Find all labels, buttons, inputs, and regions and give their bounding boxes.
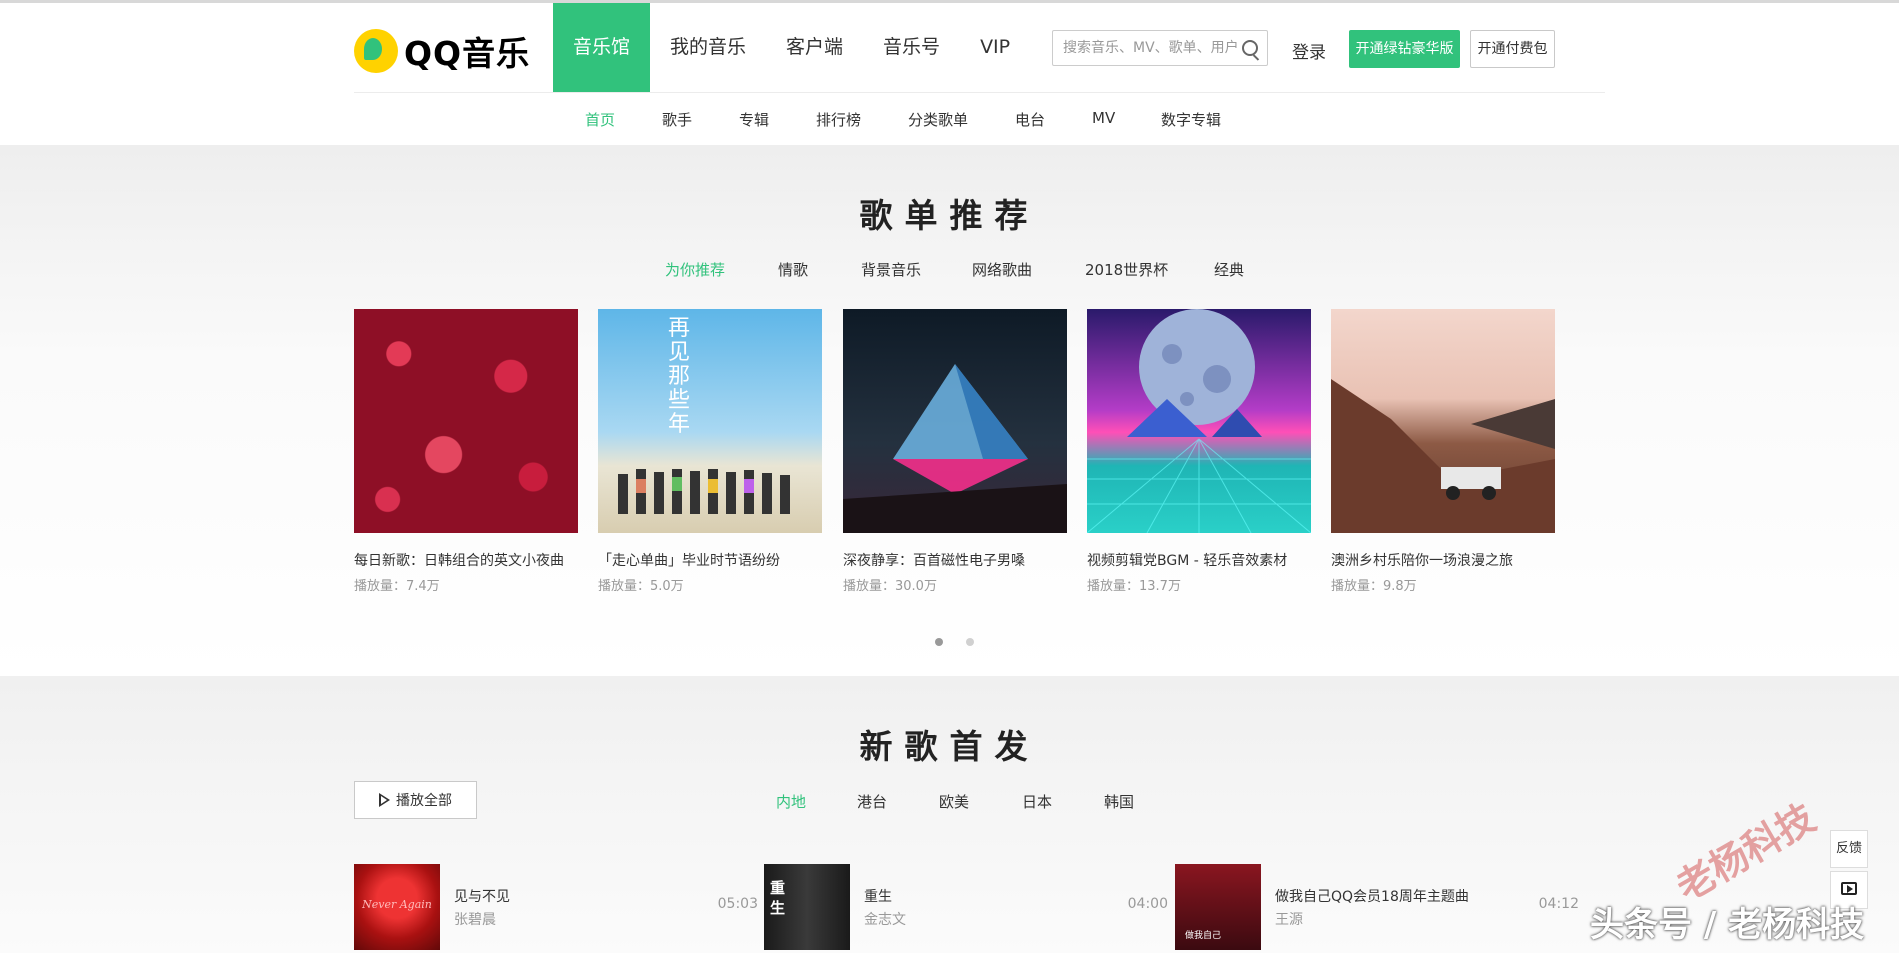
play-all-button[interactable]: 播放全部 xyxy=(354,781,477,819)
playlist-card[interactable]: 每日新歌：日韩组合的英文小夜曲 播放量：7.4万 xyxy=(354,309,578,594)
nav-my-music[interactable]: 我的音乐 xyxy=(650,3,766,93)
login-link[interactable]: 登录 xyxy=(1292,38,1326,63)
subnav-radio[interactable]: 电台 xyxy=(1015,109,1045,130)
song-cover[interactable]: 重生 xyxy=(764,864,850,950)
tab-for-you[interactable]: 为你推荐 xyxy=(665,259,725,280)
new-songs-section-title: 新歌首发 xyxy=(859,727,1040,766)
song-duration: 04:00 xyxy=(1127,896,1168,912)
song-artist[interactable]: 张碧晨 xyxy=(454,909,496,929)
cover-art-moon-icon xyxy=(1087,309,1311,533)
playlist-card[interactable]: 视频剪辑党BGM - 轻乐音效素材 播放量：13.7万 xyxy=(1087,309,1311,594)
playlist-card[interactable]: 再见那些年 「走心单曲」毕业时节语纷纷 播放量：5.0万 xyxy=(598,309,822,594)
song-name[interactable]: 见与不见 xyxy=(454,886,510,906)
paid-package-button[interactable]: 开通付费包 xyxy=(1470,30,1555,68)
playlist-cover[interactable] xyxy=(354,309,578,533)
video-play-icon xyxy=(1841,882,1857,895)
playlist-title[interactable]: 澳洲乡村乐陪你一场浪漫之旅 xyxy=(1331,550,1555,570)
song-cover-text: Never Again xyxy=(362,898,432,911)
nav-client[interactable]: 客户端 xyxy=(766,3,863,93)
subnav-digital-albums[interactable]: 数字专辑 xyxy=(1161,109,1221,130)
header: QQ音乐 音乐馆 我的音乐 客户端 音乐号 VIP 登录 开通绿钻豪华版 开通付… xyxy=(0,3,1899,93)
song-item[interactable]: Never Again 见与不见 张碧晨 05:03 xyxy=(354,864,758,950)
sub-nav: 首页 歌手 专辑 排行榜 分类歌单 电台 MV 数字专辑 xyxy=(0,93,1899,145)
search-box xyxy=(1052,30,1268,66)
tab-bgm[interactable]: 背景音乐 xyxy=(861,259,921,280)
playlist-title[interactable]: 视频剪辑党BGM - 轻乐音效素材 xyxy=(1087,550,1311,570)
playlist-card[interactable]: 深夜静享：百首磁性电子男嗓 播放量：30.0万 xyxy=(843,309,1067,594)
nav-vip[interactable]: VIP xyxy=(960,3,1030,93)
nav-music-hall[interactable]: 音乐馆 xyxy=(553,3,651,93)
subnav-charts[interactable]: 排行榜 xyxy=(816,109,861,130)
playlist-play-count: 播放量：9.8万 xyxy=(1331,579,1417,594)
playlist-card[interactable]: 澳洲乡村乐陪你一场浪漫之旅 播放量：9.8万 xyxy=(1331,309,1555,594)
search-icon[interactable] xyxy=(1242,40,1258,56)
playlist-cover[interactable] xyxy=(1331,309,1555,533)
cover-art-text: 再见那些年 xyxy=(668,316,691,437)
subnav-mv[interactable]: MV xyxy=(1092,109,1115,127)
subnav-albums[interactable]: 专辑 xyxy=(739,109,769,130)
logo[interactable]: QQ音乐 xyxy=(354,27,530,75)
song-artist[interactable]: 金志文 xyxy=(864,909,906,929)
playlist-title[interactable]: 每日新歌：日韩组合的英文小夜曲 xyxy=(354,550,578,570)
subnav-categories[interactable]: 分类歌单 xyxy=(908,109,968,130)
tab-love-songs[interactable]: 情歌 xyxy=(778,259,808,280)
playlist-play-count: 播放量：30.0万 xyxy=(843,579,937,594)
main-nav: 音乐馆 我的音乐 客户端 音乐号 VIP xyxy=(553,3,1030,93)
song-duration: 04:12 xyxy=(1538,896,1579,912)
playlist-title[interactable]: 深夜静享：百首磁性电子男嗓 xyxy=(843,550,1067,570)
tab-hk-tw[interactable]: 港台 xyxy=(857,791,887,812)
watermark-credit: 头条号 / 老杨科技 xyxy=(1590,905,1865,945)
qq-music-logo-icon xyxy=(354,29,398,73)
tab-internet-songs[interactable]: 网络歌曲 xyxy=(972,259,1032,280)
subnav-singers[interactable]: 歌手 xyxy=(662,109,692,130)
subnav-home[interactable]: 首页 xyxy=(585,109,615,130)
tab-japan[interactable]: 日本 xyxy=(1022,791,1052,812)
song-item[interactable]: 重生 重生 金志文 04:00 xyxy=(764,864,1168,950)
tab-korea[interactable]: 韩国 xyxy=(1104,791,1134,812)
song-cover[interactable]: 做我自己 xyxy=(1175,864,1261,950)
play-icon xyxy=(379,793,390,807)
tab-world-cup[interactable]: 2018世界杯 xyxy=(1085,259,1168,280)
song-artist[interactable]: 王源 xyxy=(1275,909,1303,929)
song-item[interactable]: 做我自己 做我自己QQ会员18周年主题曲 王源 04:12 xyxy=(1175,864,1579,950)
playlist-section-title: 歌单推荐 xyxy=(859,196,1040,235)
nav-music-account[interactable]: 音乐号 xyxy=(863,3,960,93)
playlist-cover[interactable] xyxy=(1087,309,1311,533)
feedback-button[interactable]: 反馈 xyxy=(1830,830,1868,868)
playlist-play-count: 播放量：7.4万 xyxy=(354,579,440,594)
song-duration: 05:03 xyxy=(717,896,758,912)
cover-art-jeep-icon xyxy=(1331,379,1555,533)
song-cover-text: 重生 xyxy=(770,879,786,917)
carousel-dot[interactable] xyxy=(966,638,974,646)
song-cover[interactable]: Never Again xyxy=(354,864,440,950)
logo-text: QQ音乐 xyxy=(404,34,531,73)
tab-western[interactable]: 欧美 xyxy=(939,791,969,812)
cover-art-pyramid-icon xyxy=(843,364,1067,533)
song-cover-text: 做我自己 xyxy=(1185,931,1222,941)
green-diamond-button[interactable]: 开通绿钻豪华版 xyxy=(1349,30,1460,68)
playlist-play-count: 播放量：5.0万 xyxy=(598,579,684,594)
tab-mainland[interactable]: 内地 xyxy=(776,791,806,812)
carousel-dot-active[interactable] xyxy=(935,638,943,646)
playlist-cover[interactable]: 再见那些年 xyxy=(598,309,822,533)
playlist-cover[interactable] xyxy=(843,309,1067,533)
playlist-title[interactable]: 「走心单曲」毕业时节语纷纷 xyxy=(598,550,822,570)
search-input[interactable] xyxy=(1053,31,1241,65)
cover-art-people-icon xyxy=(618,469,790,514)
playlist-play-count: 播放量：13.7万 xyxy=(1087,579,1181,594)
song-name[interactable]: 做我自己QQ会员18周年主题曲 xyxy=(1275,886,1469,906)
play-all-label: 播放全部 xyxy=(396,793,452,809)
tab-classic[interactable]: 经典 xyxy=(1214,259,1244,280)
song-name[interactable]: 重生 xyxy=(864,886,892,906)
